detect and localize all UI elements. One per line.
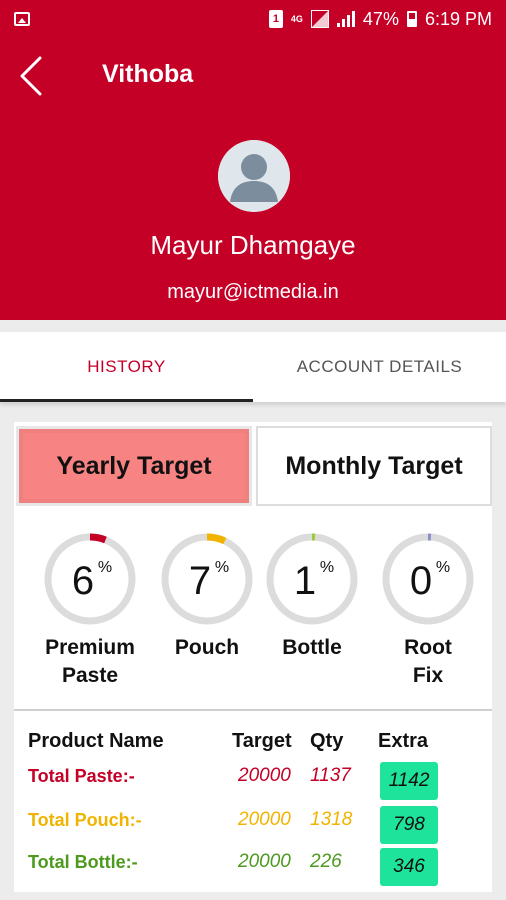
row-target: 20000	[238, 765, 291, 786]
gauge-label-line1: Premium	[45, 636, 135, 659]
col-header-extra: Extra	[378, 730, 429, 752]
gauge-unit: %	[98, 559, 112, 576]
gauge-value: 7	[189, 559, 211, 603]
user-name: Mayur Dhamgaye	[150, 230, 356, 260]
col-header-qty: Qty	[310, 730, 344, 752]
col-header-target: Target	[232, 730, 292, 752]
sim-icon: 1	[268, 10, 283, 28]
row-product-name: Total Bottle:-	[28, 852, 138, 872]
monthly-target-button[interactable]: Monthly Target	[256, 426, 492, 506]
gauge-unit: %	[320, 559, 334, 576]
gauge-label-line2: Paste	[61, 664, 119, 687]
yearly-target-label: Yearly Target	[23, 433, 245, 499]
row-qty: 1318	[310, 809, 353, 830]
row-target: 20000	[238, 851, 291, 872]
row-qty: 226	[310, 851, 342, 872]
gauge-label-line1: Pouch	[174, 636, 240, 659]
targets-card: Yearly Target Monthly Target 6 % Premium…	[14, 422, 492, 892]
signal-icon	[310, 10, 329, 28]
divider	[14, 709, 492, 711]
person-icon	[218, 140, 290, 212]
gauge-value: 0	[410, 559, 432, 603]
row-qty: 1137	[310, 765, 351, 786]
row-target: 20000	[238, 809, 291, 830]
row-extra-badge: 798	[380, 806, 438, 844]
gauge-unit: %	[436, 559, 450, 576]
signal-bars-icon	[336, 11, 355, 27]
row-extra-badge: 1142	[380, 762, 438, 800]
gauge-label-line2: Fix	[412, 664, 444, 687]
gauge-value: 1	[294, 559, 316, 603]
col-header-product-name: Product Name	[28, 730, 164, 752]
gauge-unit: %	[215, 559, 229, 576]
row-product-name: Total Pouch:-	[28, 810, 142, 830]
gauge-pouch: 7 % Pouch	[152, 532, 262, 662]
gauge-premium-paste: 6 % Premium Paste	[35, 532, 145, 690]
yearly-target-button[interactable]: Yearly Target	[16, 426, 252, 506]
tab-history[interactable]: HISTORY	[0, 332, 253, 402]
gauge-label-line1: Bottle	[282, 636, 342, 659]
network-type-icon: 4G	[290, 13, 303, 24]
gauge-label-line1: Root	[404, 636, 452, 659]
gauge-value: 6	[72, 559, 94, 603]
back-button[interactable]	[14, 54, 54, 98]
clock: 6:19 PM	[424, 8, 492, 29]
battery-icon	[406, 11, 417, 27]
row-extra-badge: 346	[380, 848, 438, 886]
avatar	[218, 140, 290, 212]
user-email: mayur@ictmedia.in	[167, 281, 339, 303]
tab-bar: HISTORY ACCOUNT DETAILS	[0, 332, 506, 402]
gauge-row: 6 % Premium Paste 7 % Pouch 1 % Bottle 0…	[14, 532, 492, 702]
battery-percent: 47%	[362, 8, 399, 29]
profile-header: Vithoba Mayur Dhamgaye mayur@ictmedia.in	[0, 38, 506, 320]
tab-account-details[interactable]: ACCOUNT DETAILS	[253, 332, 506, 402]
chevron-left-icon	[20, 56, 42, 96]
image-notification-icon	[14, 12, 30, 26]
gauge-root-fix: 0 % Root Fix	[373, 532, 483, 690]
gauge-bottle: 1 % Bottle	[257, 532, 367, 662]
page-title: Vithoba	[102, 60, 194, 88]
status-bar: 1 4G 47% 6:19 PM	[0, 0, 506, 38]
row-product-name: Total Paste:-	[28, 766, 135, 786]
